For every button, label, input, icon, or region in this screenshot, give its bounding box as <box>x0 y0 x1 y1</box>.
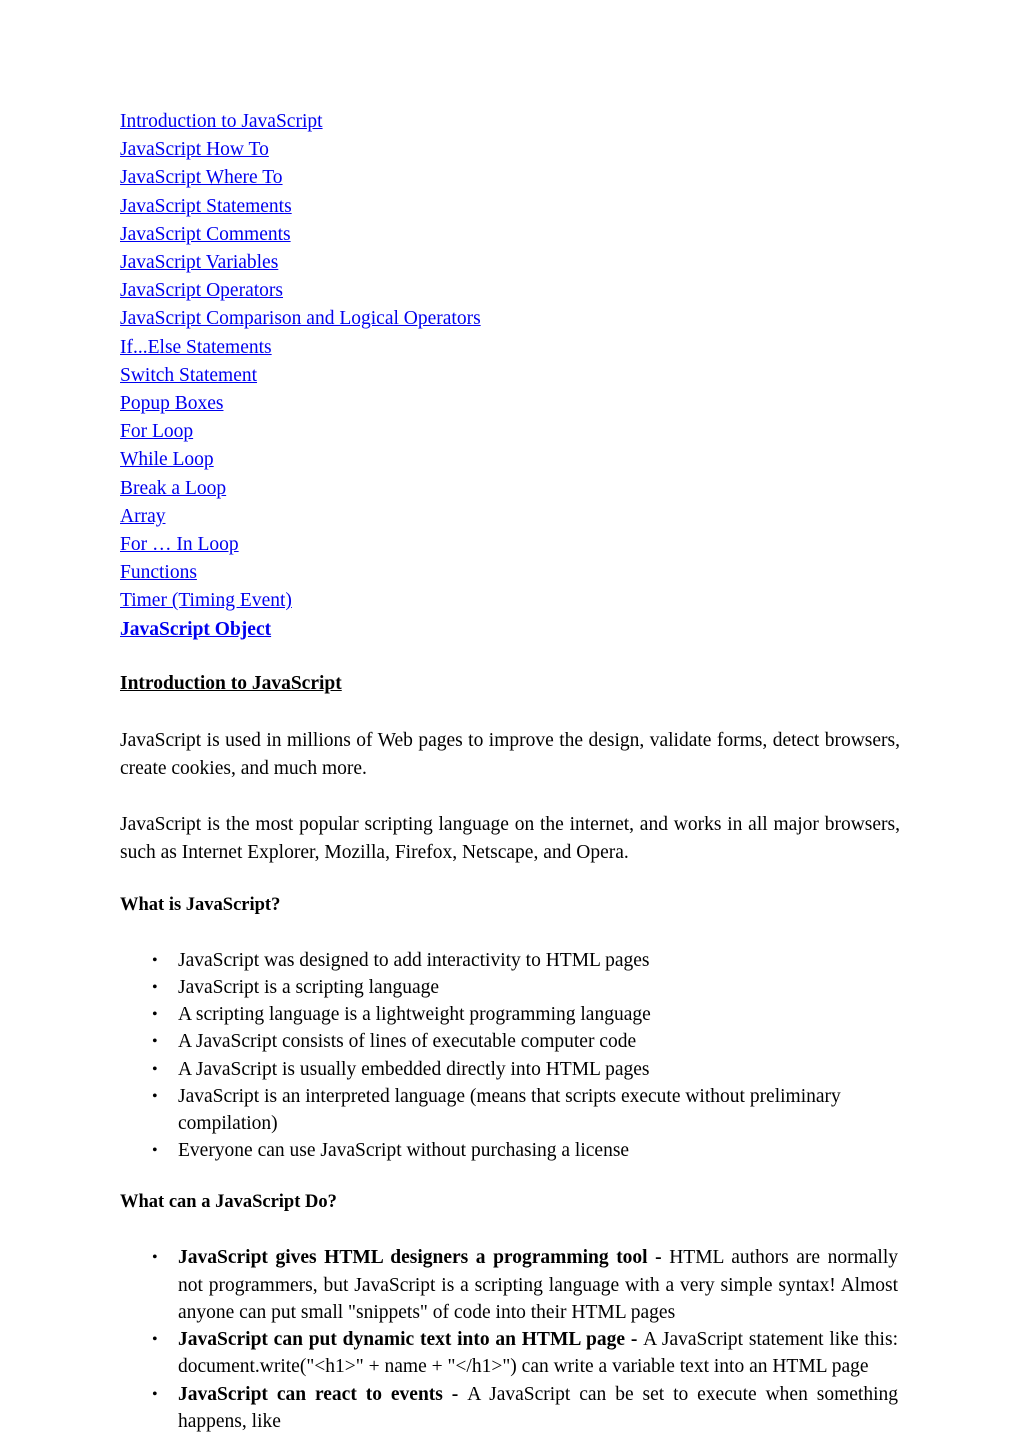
list-item: JavaScript Operators <box>120 277 900 305</box>
document-content: Introduction to JavaScript JavaScript Ho… <box>120 108 900 1435</box>
list-item: Functions <box>120 559 900 587</box>
list-item: Break a Loop <box>120 475 900 503</box>
list-item: A JavaScript is usually embedded directl… <box>120 1056 900 1083</box>
list-item-text: A JavaScript is usually embedded directl… <box>178 1058 650 1080</box>
list-item: For … In Loop <box>120 531 900 559</box>
list-item: Introduction to JavaScript <box>120 108 900 136</box>
toc-link-while-loop[interactable]: While Loop <box>120 449 214 470</box>
list-item: A scripting language is a lightweight pr… <box>120 1001 900 1028</box>
list-item: JavaScript Variables <box>120 249 900 277</box>
list-item: JavaScript Where To <box>120 164 900 192</box>
list-item: JavaScript is an interpreted language (m… <box>120 1083 900 1137</box>
list-item: Array <box>120 503 900 531</box>
toc-link-introduction-to-javascript[interactable]: Introduction to JavaScript <box>120 111 323 132</box>
list-item: JavaScript Object <box>120 616 900 644</box>
list-item-text: Everyone can use JavaScript without purc… <box>178 1140 630 1162</box>
what-can-javascript-do-list: JavaScript gives HTML designers a progra… <box>120 1244 900 1434</box>
section-heading-what-can-a-javascript-do: What can a JavaScript Do? <box>120 1192 337 1213</box>
toc-link-javascript-comments[interactable]: JavaScript Comments <box>120 224 291 245</box>
toc-link-functions[interactable]: Functions <box>120 562 197 583</box>
list-item: For Loop <box>120 418 900 446</box>
list-item: Timer (Timing Event) <box>120 587 900 615</box>
list-item: JavaScript How To <box>120 136 900 164</box>
list-item: Everyone can use JavaScript without purc… <box>120 1137 900 1164</box>
list-item-lead: JavaScript gives HTML designers a progra… <box>178 1247 670 1269</box>
list-item-text: A scripting language is a lightweight pr… <box>178 1004 651 1026</box>
list-item-text: A JavaScript consists of lines of execut… <box>178 1031 637 1053</box>
page-title: Introduction to JavaScript <box>120 672 342 694</box>
toc-link-array[interactable]: Array <box>120 506 165 527</box>
list-item: JavaScript was designed to add interacti… <box>120 947 900 974</box>
document-page: Introduction to JavaScript JavaScript Ho… <box>0 0 1020 1443</box>
section-heading-what-is-javascript: What is JavaScript? <box>120 894 281 915</box>
toc-link-switch-statement[interactable]: Switch Statement <box>120 365 257 386</box>
toc-link-javascript-how-to[interactable]: JavaScript How To <box>120 139 269 160</box>
list-item-lead: JavaScript can react to events - <box>178 1383 468 1405</box>
toc-link-javascript-variables[interactable]: JavaScript Variables <box>120 252 278 273</box>
toc-link-javascript-operators[interactable]: JavaScript Operators <box>120 280 283 301</box>
list-item-text: JavaScript is an interpreted language (m… <box>178 1085 841 1135</box>
list-item: Switch Statement <box>120 362 900 390</box>
toc-link-for-in-loop[interactable]: For … In Loop <box>120 534 239 555</box>
intro-paragraph-1: JavaScript is used in millions of Web pa… <box>120 729 900 779</box>
list-item: JavaScript can put dynamic text into an … <box>120 1326 900 1380</box>
toc-link-if-else-statements[interactable]: If...Else Statements <box>120 337 272 358</box>
toc-link-javascript-where-to[interactable]: JavaScript Where To <box>120 167 283 188</box>
table-of-contents: Introduction to JavaScript JavaScript Ho… <box>120 108 900 644</box>
intro-paragraph-2: JavaScript is the most popular scripting… <box>120 813 900 863</box>
list-item: JavaScript Comments <box>120 221 900 249</box>
toc-link-javascript-object[interactable]: JavaScript Object <box>120 619 271 640</box>
list-item: JavaScript is a scripting language <box>120 974 900 1001</box>
toc-link-javascript-comparison-and-logical-operators[interactable]: JavaScript Comparison and Logical Operat… <box>120 308 481 329</box>
list-item-text: JavaScript was designed to add interacti… <box>178 949 650 971</box>
list-item-text: JavaScript is a scripting language <box>178 977 440 999</box>
list-item: If...Else Statements <box>120 334 900 362</box>
list-item: JavaScript Comparison and Logical Operat… <box>120 305 900 333</box>
list-item: While Loop <box>120 446 900 474</box>
what-is-javascript-list: JavaScript was designed to add interacti… <box>120 947 900 1165</box>
toc-link-javascript-statements[interactable]: JavaScript Statements <box>120 196 292 217</box>
list-item: JavaScript gives HTML designers a progra… <box>120 1244 900 1326</box>
list-item: JavaScript can react to events - A JavaS… <box>120 1381 900 1435</box>
toc-link-break-a-loop[interactable]: Break a Loop <box>120 478 226 499</box>
list-item-lead: JavaScript can put dynamic text into an … <box>178 1329 644 1351</box>
list-item: Popup Boxes <box>120 390 900 418</box>
list-item: JavaScript Statements <box>120 193 900 221</box>
toc-link-for-loop[interactable]: For Loop <box>120 421 193 442</box>
list-item: A JavaScript consists of lines of execut… <box>120 1028 900 1055</box>
toc-link-popup-boxes[interactable]: Popup Boxes <box>120 393 223 414</box>
toc-link-timer-timing-event[interactable]: Timer (Timing Event) <box>120 590 292 611</box>
